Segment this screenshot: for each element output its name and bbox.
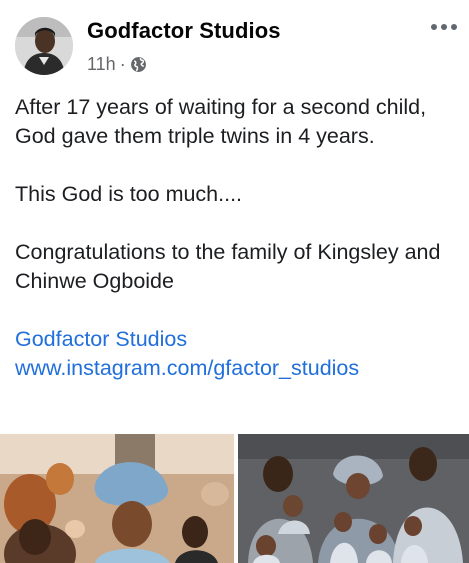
post-time[interactable]: 11h [87, 54, 116, 75]
post-meta: 11h · [87, 53, 147, 75]
more-dot [451, 24, 457, 30]
photo-family-image [238, 434, 469, 563]
avatar-image [15, 17, 73, 75]
more-options-icon[interactable] [429, 17, 459, 37]
instagram-link[interactable]: www.instagram.com/gfactor_studios [15, 354, 455, 383]
post-paragraph: After 17 years of waiting for a second c… [15, 95, 427, 148]
author-name[interactable]: Godfactor Studios [87, 18, 281, 44]
meta-separator: · [119, 53, 126, 74]
photo-left[interactable] [0, 434, 234, 563]
post-text: After 17 years of waiting for a second c… [15, 93, 455, 383]
photo-celebration-image [0, 434, 234, 563]
post-header: Godfactor Studios 11h · [0, 0, 469, 86]
post-paragraph: This God is too much.... [15, 182, 243, 206]
more-dot [441, 24, 447, 30]
photo-right[interactable] [238, 434, 469, 563]
page-link[interactable]: Godfactor Studios [15, 325, 455, 354]
post-paragraph: Congratulations to the family of Kingsle… [15, 240, 441, 293]
post-photos [0, 434, 469, 563]
author-avatar[interactable] [15, 17, 73, 75]
more-dot [431, 24, 437, 30]
globe-icon [130, 56, 146, 72]
